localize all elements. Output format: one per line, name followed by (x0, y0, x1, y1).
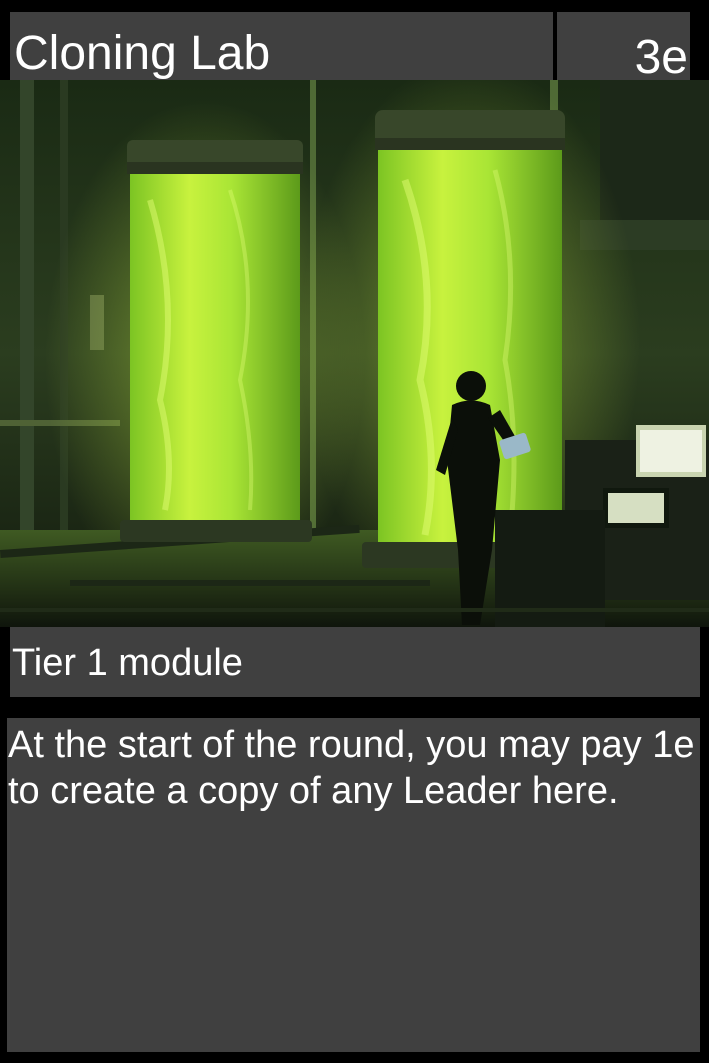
cost-box: 3e (557, 12, 690, 84)
card-artwork (0, 80, 709, 627)
title-bar: Cloning Lab (10, 12, 553, 80)
card-cost: 3e (634, 31, 688, 84)
card-type-line: Tier 1 module (12, 642, 243, 684)
type-line-bar: Tier 1 module (10, 627, 700, 697)
card-rules-text: At the start of the round, you may pay 1… (8, 724, 695, 812)
card: Cloning Lab 3e Tier 1 module At the star… (0, 0, 709, 1063)
rules-text-box: At the start of the round, you may pay 1… (7, 718, 700, 1052)
card-title: Cloning Lab (14, 27, 271, 80)
